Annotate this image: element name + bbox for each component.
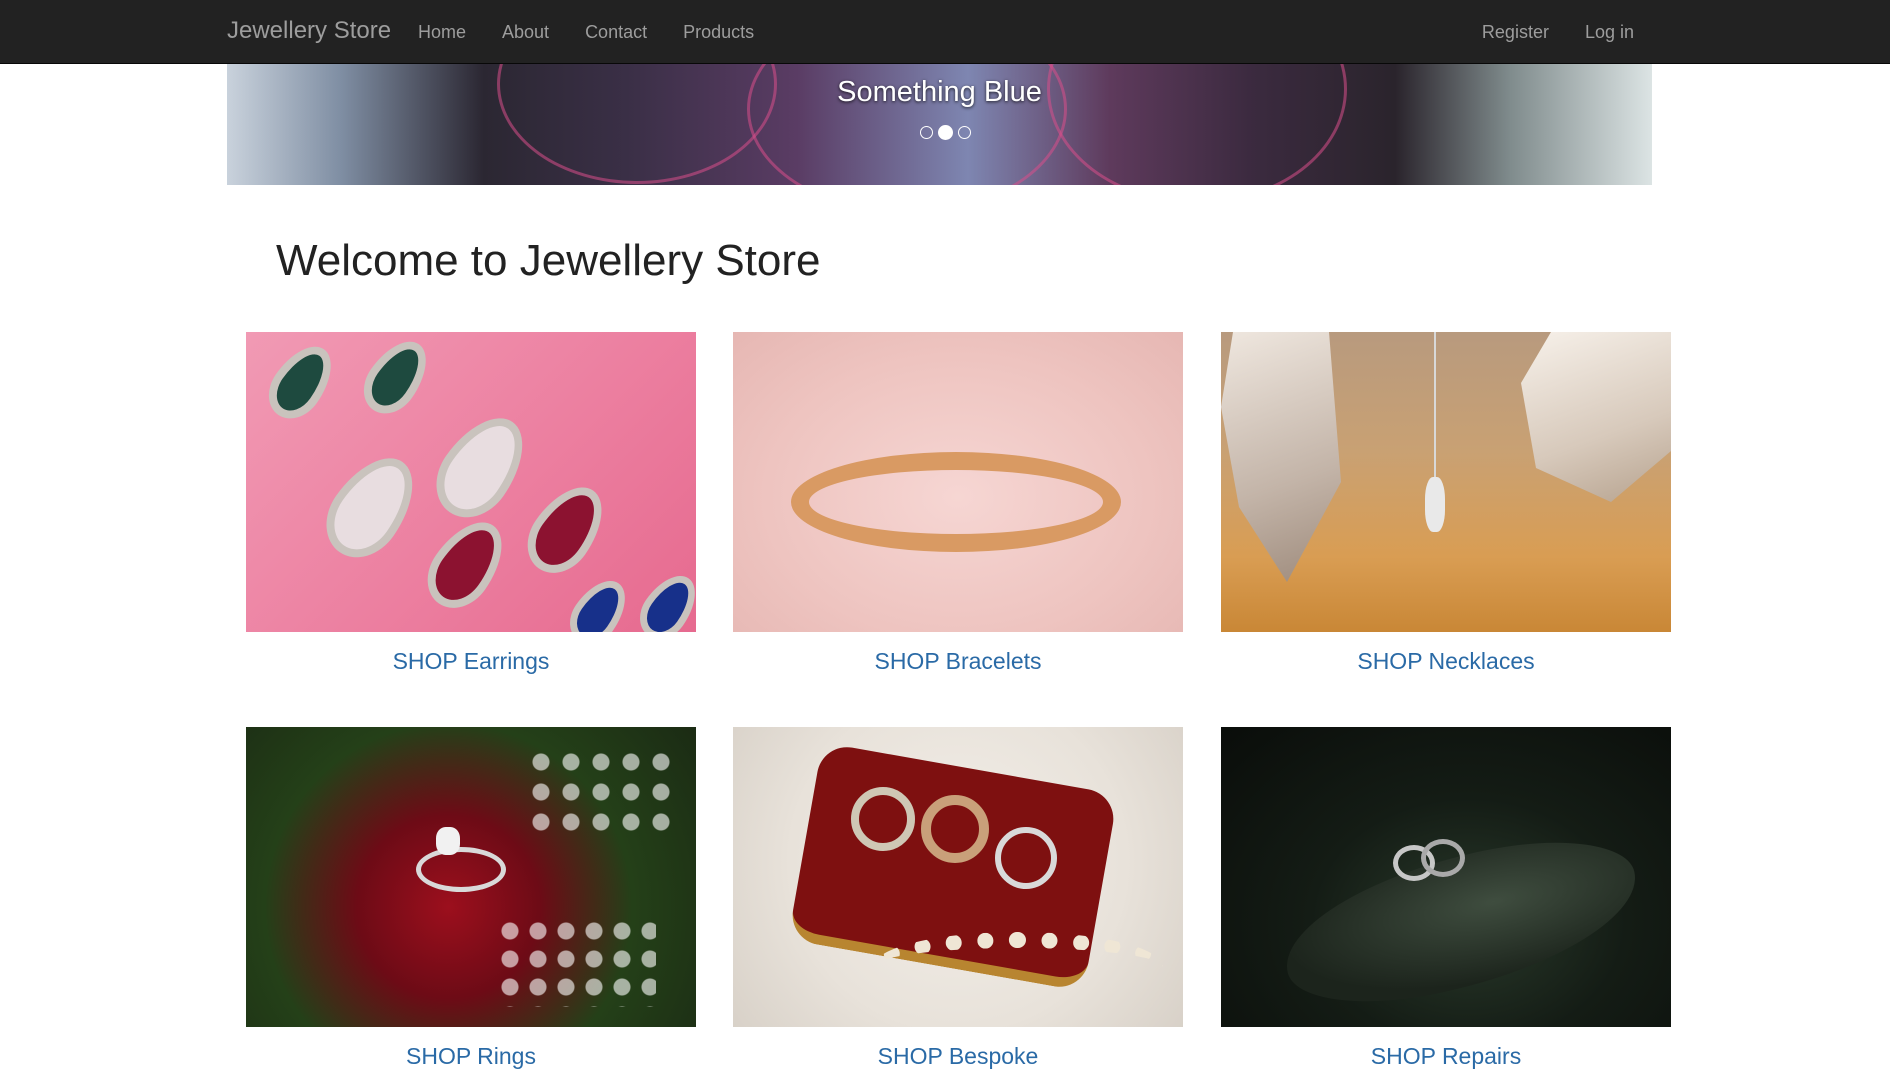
nav-home-link[interactable]: Home: [400, 0, 484, 64]
nav-products-link[interactable]: Products: [665, 0, 772, 64]
bracelets-image[interactable]: [733, 332, 1183, 632]
carousel-indicator-2[interactable]: [937, 125, 953, 140]
carousel-indicators: [0, 125, 1890, 140]
top-navbar: Jewellery Store Home About Contact Produ…: [0, 0, 1890, 64]
earrings-image[interactable]: [246, 332, 696, 632]
carousel-caption: Something Blue: [837, 76, 1042, 108]
page-title: Welcome to Jewellery Store: [276, 236, 821, 285]
repairs-image[interactable]: [1221, 727, 1671, 1027]
nav-login-link[interactable]: Log in: [1567, 0, 1652, 64]
category-tile-earrings: SHOP Earrings: [246, 332, 696, 675]
shop-repairs-link[interactable]: SHOP Repairs: [1221, 1043, 1671, 1070]
rings-image[interactable]: [246, 727, 696, 1027]
category-tile-rings: SHOP Rings: [246, 727, 696, 1070]
shop-bracelets-link[interactable]: SHOP Bracelets: [733, 648, 1183, 675]
carousel-indicator-3[interactable]: [957, 126, 971, 139]
carousel-indicator-1[interactable]: [919, 126, 933, 139]
category-tile-bracelets: SHOP Bracelets: [733, 332, 1183, 675]
nav-about-link[interactable]: About: [484, 0, 567, 64]
bespoke-image[interactable]: [733, 727, 1183, 1027]
category-tile-bespoke: SHOP Bespoke: [733, 727, 1183, 1070]
nav-left-menu: Home About Contact Products: [400, 0, 772, 64]
necklaces-image[interactable]: [1221, 332, 1671, 632]
hero-carousel[interactable]: Something Blue: [227, 64, 1652, 185]
brand-link[interactable]: Jewellery Store: [227, 17, 391, 45]
shop-bespoke-link[interactable]: SHOP Bespoke: [733, 1043, 1183, 1070]
nav-right-menu: Register Log in: [1464, 0, 1652, 64]
shop-earrings-link[interactable]: SHOP Earrings: [246, 648, 696, 675]
nav-contact-link[interactable]: Contact: [567, 0, 665, 64]
category-tile-repairs: SHOP Repairs: [1221, 727, 1671, 1070]
shop-rings-link[interactable]: SHOP Rings: [246, 1043, 696, 1070]
shop-necklaces-link[interactable]: SHOP Necklaces: [1221, 648, 1671, 675]
nav-register-link[interactable]: Register: [1464, 0, 1567, 64]
category-tile-necklaces: SHOP Necklaces: [1221, 332, 1671, 675]
